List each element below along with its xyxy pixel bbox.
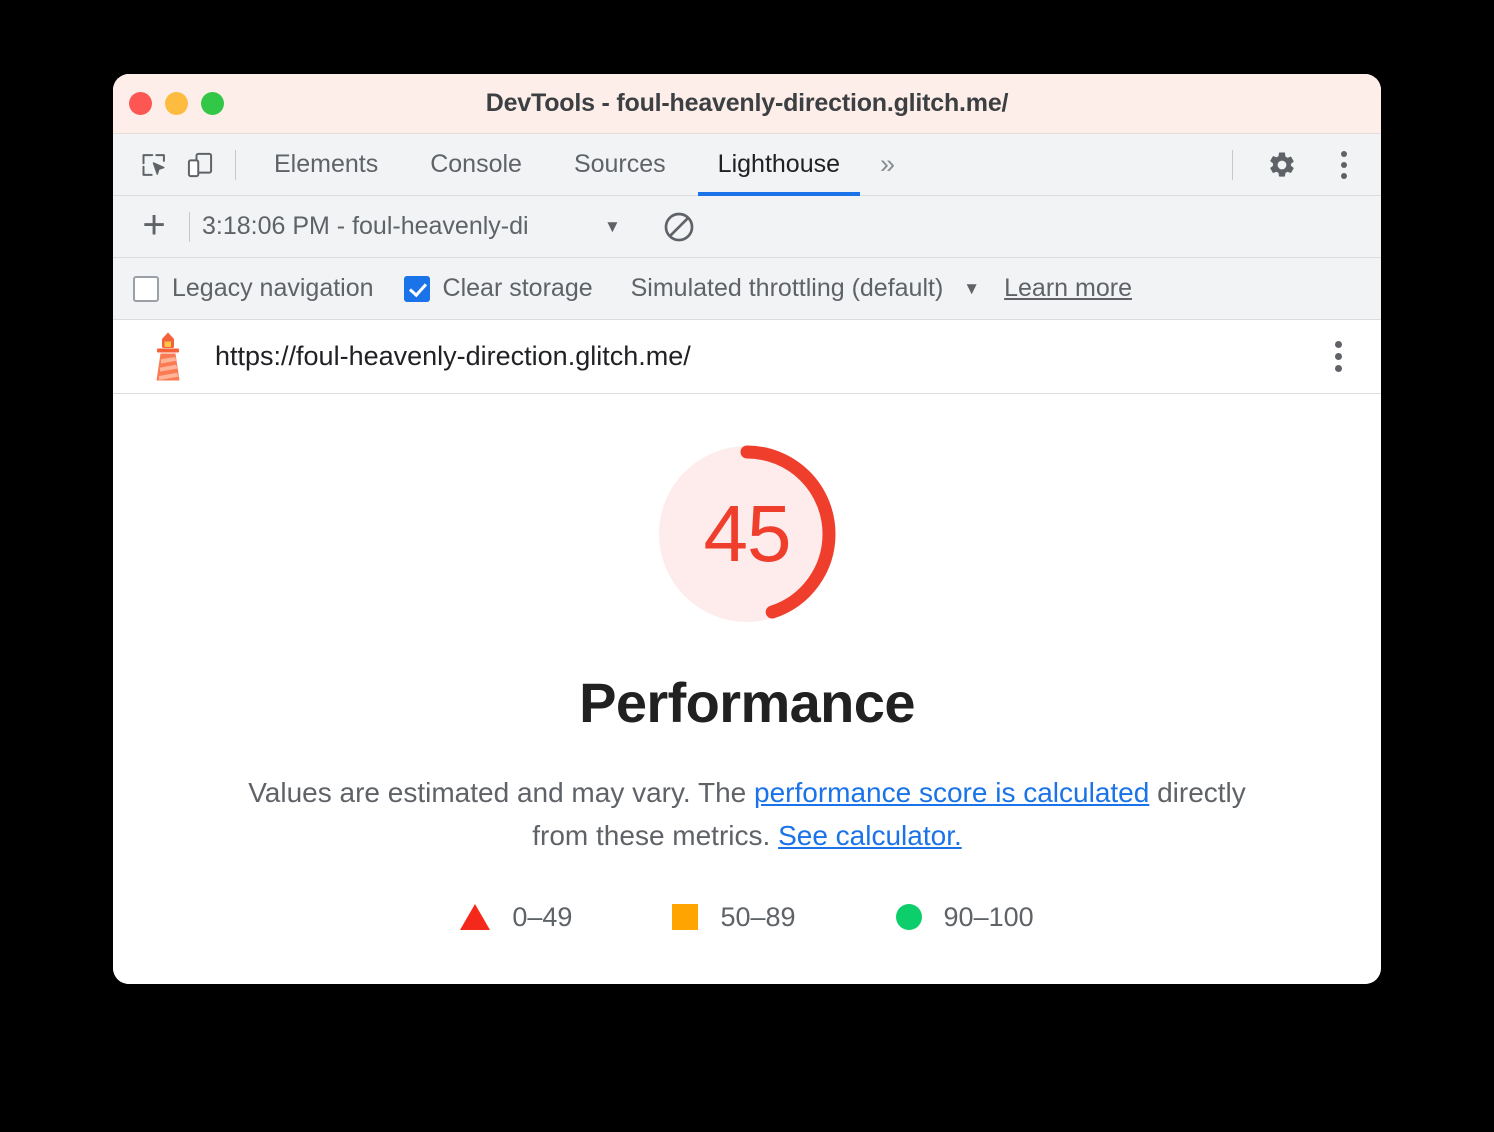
device-toolbar-icon[interactable]	[177, 142, 223, 188]
screenshot-root: DevTools - foul-heavenly-direction.glitc…	[0, 0, 1494, 1132]
audited-url-row: https://foul-heavenly-direction.glitch.m…	[113, 320, 1381, 394]
panel-tabs: Elements Console Sources Lighthouse »	[248, 134, 909, 196]
clear-storage-label: Clear storage	[442, 274, 593, 302]
inspect-element-icon[interactable]	[131, 142, 177, 188]
devtools-window: DevTools - foul-heavenly-direction.glitc…	[113, 74, 1381, 984]
legend-label-average: 50–89	[720, 901, 796, 932]
traffic-light-controls	[129, 74, 224, 133]
gear-icon[interactable]	[1259, 142, 1305, 188]
audited-url-text: https://foul-heavenly-direction.glitch.m…	[215, 341, 691, 371]
legend-item-fail: 0–49	[460, 902, 572, 933]
score-description: Values are estimated and may vary. The p…	[247, 771, 1247, 858]
close-window-button[interactable]	[129, 92, 152, 115]
tab-sources[interactable]: Sources	[548, 134, 692, 196]
throttling-dropdown[interactable]: Simulated throttling (default) ▼	[631, 274, 981, 303]
legacy-navigation-label: Legacy navigation	[172, 274, 374, 302]
lighthouse-report-body: 45 Performance Values are estimated and …	[113, 394, 1381, 984]
throttling-chevron-down-icon: ▼	[963, 278, 981, 298]
chevron-down-icon: ▼	[604, 216, 621, 236]
window-titlebar: DevTools - foul-heavenly-direction.glitc…	[113, 74, 1381, 134]
performance-score-gauge: 45	[647, 434, 847, 634]
clear-storage-checkbox-box[interactable]	[403, 275, 430, 302]
toolbar-divider-right	[1232, 149, 1233, 180]
more-tabs-icon[interactable]: »	[866, 134, 909, 196]
devtools-main-menu-icon[interactable]	[1327, 145, 1361, 185]
clear-all-icon[interactable]	[657, 205, 701, 249]
tab-elements-label: Elements	[274, 150, 379, 178]
report-options-menu-icon[interactable]	[1321, 337, 1355, 377]
throttling-value: Simulated throttling (default)	[630, 274, 944, 302]
tab-lighthouse-label: Lighthouse	[717, 150, 840, 178]
lighthouse-settings-row: Legacy navigation Clear storage Simulate…	[113, 258, 1381, 320]
performance-score-value: 45	[703, 489, 792, 578]
report-bar-divider	[189, 211, 190, 242]
clear-storage-checkbox[interactable]: Clear storage	[403, 274, 593, 303]
tab-sources-label: Sources	[573, 150, 666, 178]
legend-item-average: 50–89	[672, 901, 796, 933]
tab-elements[interactable]: Elements	[248, 134, 404, 196]
learn-more-link[interactable]: Learn more	[1004, 274, 1132, 303]
legacy-navigation-checkbox-box[interactable]	[133, 275, 159, 302]
performance-score-calculated-link[interactable]: performance score is calculated	[754, 777, 1149, 808]
circle-icon	[895, 904, 922, 931]
lighthouse-icon	[143, 331, 193, 383]
tab-console-label: Console	[430, 150, 522, 178]
toolbar-right-actions	[1220, 134, 1381, 196]
minimize-window-button[interactable]	[165, 92, 188, 115]
zoom-window-button[interactable]	[201, 92, 224, 115]
report-selector-dropdown[interactable]: 3:18:06 PM - foul-heavenly-di ▼	[202, 212, 621, 241]
page-title: Performance	[579, 671, 915, 734]
score-description-text-1: Values are estimated and may vary. The	[248, 777, 755, 808]
tab-console[interactable]: Console	[404, 134, 548, 196]
score-legend: 0–49 50–89 90–100	[460, 901, 1034, 933]
triangle-icon	[460, 904, 491, 931]
devtools-toolbar: Elements Console Sources Lighthouse »	[113, 134, 1381, 196]
legend-label-fail: 0–49	[512, 901, 573, 932]
lighthouse-report-bar: + 3:18:06 PM - foul-heavenly-di ▼	[113, 196, 1381, 258]
toolbar-divider	[235, 149, 236, 180]
tab-lighthouse[interactable]: Lighthouse	[692, 134, 866, 196]
legacy-navigation-checkbox[interactable]: Legacy navigation	[133, 274, 374, 303]
legend-item-pass: 90–100	[895, 901, 1034, 933]
square-icon	[672, 904, 699, 931]
see-calculator-link[interactable]: See calculator.	[778, 820, 962, 851]
new-audit-button[interactable]: +	[131, 204, 177, 250]
window-title: DevTools - foul-heavenly-direction.glitc…	[485, 89, 1009, 117]
report-selector-value: 3:18:06 PM - foul-heavenly-di	[202, 212, 529, 240]
legend-label-pass: 90–100	[943, 901, 1034, 932]
